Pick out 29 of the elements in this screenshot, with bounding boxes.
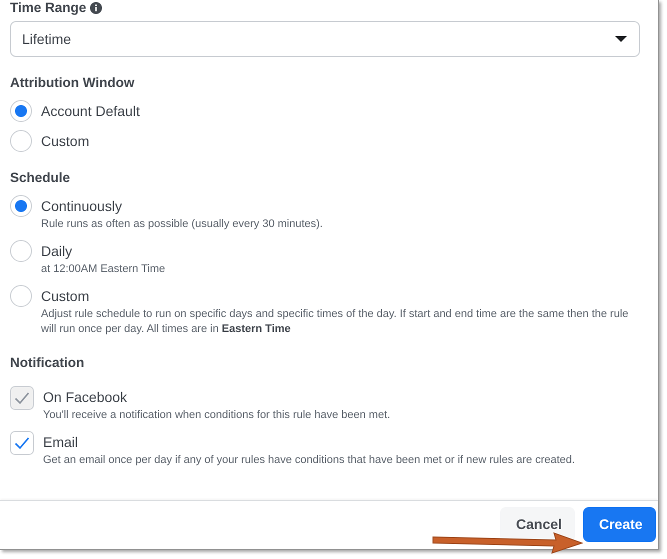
radio-button[interactable] bbox=[10, 285, 32, 307]
option-description: Get an email once per day if any of your rules have conditions that have been met or if new rules are created. bbox=[43, 453, 575, 468]
option-description: at 12:00AM Eastern Time bbox=[41, 262, 166, 277]
check-icon bbox=[14, 391, 30, 405]
radio-button[interactable] bbox=[10, 195, 32, 217]
radio-button[interactable] bbox=[10, 100, 32, 122]
cancel-button[interactable]: Cancel bbox=[500, 506, 575, 542]
section-title: Schedule bbox=[10, 170, 70, 185]
section-title: Time Range bbox=[10, 0, 86, 15]
create-button[interactable]: Create bbox=[583, 506, 656, 542]
section-title: Attribution Window bbox=[10, 75, 134, 90]
option-description: Adjust rule schedule to run on specific days and specific times of the day. If start and end time are the same then the rule will run once per day. All times are in Eastern Time bbox=[41, 307, 630, 337]
section-title: Notification bbox=[10, 355, 84, 370]
check-icon bbox=[14, 436, 30, 450]
option-label: Daily bbox=[41, 243, 74, 259]
option-label: Account Default bbox=[41, 103, 140, 119]
info-icon[interactable] bbox=[90, 2, 102, 14]
radio-button[interactable] bbox=[10, 130, 32, 152]
time-range-dropdown[interactable]: Lifetime bbox=[10, 21, 640, 57]
caret-icon bbox=[615, 35, 627, 43]
checkbox[interactable] bbox=[10, 431, 34, 455]
option-description: Rule runs as often as possible (usually every 30 minutes). bbox=[41, 217, 323, 232]
option-label: Continuously bbox=[41, 198, 123, 214]
option-description: You'll receive a notification when conditions for this rule have been met. bbox=[43, 408, 390, 423]
option-label: Custom bbox=[41, 133, 90, 149]
radio-button[interactable] bbox=[10, 240, 32, 262]
option-label: Custom bbox=[41, 288, 90, 304]
option-label: Email bbox=[43, 434, 80, 450]
option-label: On Facebook bbox=[43, 389, 128, 405]
